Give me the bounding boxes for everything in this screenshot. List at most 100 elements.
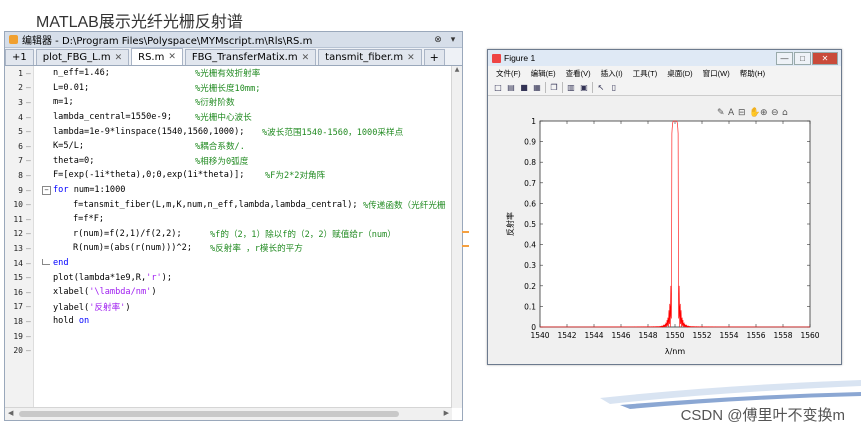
breakpoint-dash[interactable]: – [23, 229, 36, 238]
arrow-icon[interactable]: ↖ [596, 83, 606, 93]
menu-item[interactable]: 帮助(H) [740, 68, 765, 79]
close-button[interactable]: ✕ [812, 51, 838, 65]
panel-icon[interactable]: ▯ [609, 83, 619, 93]
insert-text-icon[interactable]: A [728, 108, 735, 118]
copy-icon[interactable]: ❐ [549, 83, 559, 93]
code-line[interactable]: 8– F=[exp(-1i*theta),0;0,exp(1i*theta)];%… [5, 168, 452, 183]
warning-marker[interactable] [462, 245, 469, 247]
tab-history[interactable]: +1 [5, 49, 34, 65]
zoom-out-icon[interactable]: ⊖ [771, 108, 779, 118]
menu-item[interactable]: 编辑(E) [531, 68, 556, 79]
rotate-icon[interactable]: ⊟ [738, 108, 746, 118]
scroll-up-icon[interactable]: ▲ [452, 66, 462, 76]
menu-item[interactable]: 工具(T) [633, 68, 658, 79]
close-editor-icon[interactable]: ⊗ [432, 34, 444, 46]
tab-plot-fbg[interactable]: plot_FBG_L.m ✕ [35, 49, 130, 65]
tab-tansmit-fiber[interactable]: tansmit_fiber.m ✕ [318, 49, 422, 65]
code-line[interactable]: 7– theta=0; %相移为0弧度 [5, 154, 452, 169]
breakpoint-dash[interactable]: – [23, 69, 36, 78]
chart: ✎ A ⊟ ✋ ⊕ ⊖ ⌂ 00.10.20.30.40.50.60.70.80… [505, 106, 820, 356]
breakpoint-dash[interactable]: – [23, 259, 36, 268]
close-tab-icon[interactable]: ✕ [115, 53, 123, 63]
tab-fbg-transfer[interactable]: FBG_TransferMatix.m ✕ [184, 49, 317, 65]
breakpoint-dash[interactable]: – [23, 98, 36, 107]
breakpoint-dash[interactable]: – [23, 302, 36, 311]
fold-toggle-icon[interactable] [42, 258, 50, 265]
close-tab-icon[interactable]: ✕ [407, 53, 415, 63]
warning-marker[interactable] [462, 231, 469, 233]
code-line[interactable]: 12– r(num)=f(2,1)/f(2,2); %f的（2，1）除以f的（2，2… [5, 227, 452, 242]
x-tick-label: 1556 [746, 331, 765, 340]
vertical-scrollbar[interactable]: ▲ [451, 66, 462, 408]
menu-item[interactable]: 窗口(W) [703, 68, 730, 79]
code-line[interactable]: 5– lambda=1e-9*linspace(1540,1560,1000);%… [5, 124, 452, 139]
code-line[interactable]: 11– f=f*F; [5, 212, 452, 227]
breakpoint-dash[interactable]: – [23, 142, 36, 151]
fold-toggle-icon[interactable]: − [42, 185, 51, 195]
maximize-button[interactable]: □ [794, 51, 811, 65]
breakpoint-dash[interactable]: – [23, 332, 36, 341]
breakpoint-dash[interactable]: – [23, 186, 36, 195]
code-area[interactable]: 1– n_eff=1.46; %光栅有效折射率 2– L=0.01; %光栅长度10mm;… [5, 66, 452, 408]
save-icon[interactable]: ■ [519, 83, 529, 93]
menu-item[interactable]: 文件(F) [496, 68, 521, 79]
code-line[interactable]: 13– R(num)=(abs(r(num)))^2; %反射率 ，r模长的平方 [5, 241, 452, 256]
breakpoint-dash[interactable]: – [23, 156, 36, 165]
breakpoint-dash[interactable]: – [23, 215, 36, 224]
scroll-right-icon[interactable]: ▶ [444, 409, 449, 417]
scroll-left-icon[interactable]: ◀ [8, 409, 13, 417]
code-line[interactable]: 15– plot(lambda*1e9,R,'r'); [5, 270, 452, 285]
horizontal-scrollbar[interactable]: ◀ ▶ [5, 407, 452, 420]
breakpoint-dash[interactable]: – [23, 288, 36, 297]
x-tick-label: 1542 [557, 331, 576, 340]
add-tab-button[interactable]: + [423, 49, 445, 65]
code-line[interactable]: 3– m=1; %衍射阶数 [5, 95, 452, 110]
code-line[interactable]: 19– [5, 329, 452, 344]
breakpoint-dash[interactable]: – [23, 171, 36, 180]
zoom-in-icon[interactable]: ⊕ [760, 108, 768, 118]
window-icon[interactable]: ▣ [579, 83, 589, 93]
brush-icon[interactable]: ✎ [717, 108, 725, 118]
code-line[interactable]: 2– L=0.01; %光栅长度10mm; [5, 81, 452, 96]
code-line[interactable]: 14– end [5, 256, 452, 271]
code-line[interactable]: 20– [5, 343, 452, 358]
breakpoint-dash[interactable]: – [23, 113, 36, 122]
breakpoint-dash[interactable]: – [23, 244, 36, 253]
code-line[interactable]: 10– f=tansmit_fiber(L,m,K,num,n_eff,lambd… [5, 197, 452, 212]
new-file-icon[interactable]: □ [493, 83, 503, 93]
close-tab-icon[interactable]: ✕ [168, 52, 176, 62]
breakpoint-dash[interactable]: – [23, 273, 36, 282]
code-text: L=0.01; [53, 83, 89, 93]
data-cursor-icon[interactable]: ▥ [566, 83, 576, 93]
code-line[interactable]: 4– lambda_central=1550e-9; %光栅中心波长 [5, 110, 452, 125]
code-line[interactable]: 6– K=5/L; %耦合系数/. [5, 139, 452, 154]
menu-item[interactable]: 桌面(D) [667, 68, 692, 79]
open-icon[interactable]: ▤ [506, 83, 516, 93]
menu-item[interactable]: 插入(I) [601, 68, 623, 79]
breakpoint-dash[interactable]: – [23, 127, 36, 136]
editor-menu-icon[interactable]: ▾ [447, 34, 459, 46]
scroll-thumb[interactable] [19, 411, 399, 417]
breakpoint-dash[interactable]: – [23, 200, 36, 209]
code-line[interactable]: 9– − for num=1:1000 [5, 183, 452, 198]
print-icon[interactable]: ▦ [532, 83, 542, 93]
code-text: R(num)=(abs(r(num)))^2; [73, 243, 192, 253]
code-line[interactable]: 18– hold on [5, 314, 452, 329]
code-text: xlabel('\lambda/nm') [53, 287, 157, 297]
home-icon[interactable]: ⌂ [782, 108, 788, 118]
pan-icon[interactable]: ✋ [749, 106, 760, 118]
code-statement: m=1; [53, 97, 74, 108]
code-line[interactable]: 1– n_eff=1.46; %光栅有效折射率 [5, 66, 452, 81]
axes-box [539, 120, 811, 328]
menu-item[interactable]: 查看(V) [566, 68, 591, 79]
minimize-button[interactable]: — [776, 51, 793, 65]
breakpoint-dash[interactable]: – [23, 346, 36, 355]
code-line[interactable]: 16– xlabel('\lambda/nm') [5, 285, 452, 300]
tab-rs[interactable]: RS.m ✕ [131, 48, 183, 65]
breakpoint-dash[interactable]: – [23, 317, 36, 326]
toolbar-separator [592, 82, 593, 93]
line-number: 12 [13, 229, 23, 239]
breakpoint-dash[interactable]: – [23, 83, 36, 92]
code-line[interactable]: 17– ylabel('反射率') [5, 300, 452, 315]
close-tab-icon[interactable]: ✕ [302, 53, 310, 63]
